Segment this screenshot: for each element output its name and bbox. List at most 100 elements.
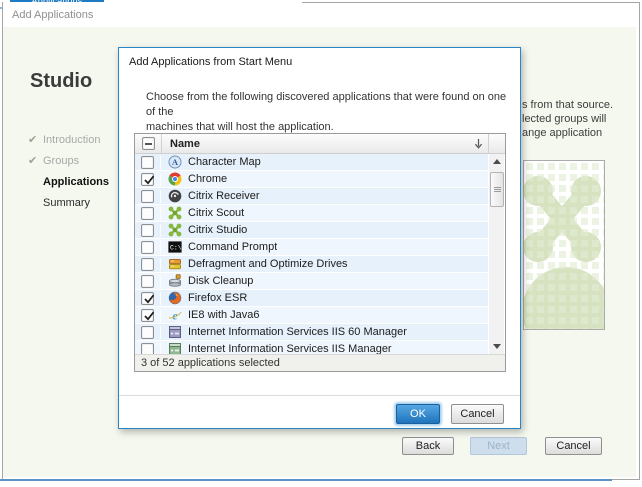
scroll-down-button[interactable] [489,339,504,354]
app-row[interactable]: Disk Cleanup [135,273,488,290]
select-all-checkbox[interactable] [141,137,155,150]
svg-text:A: A [172,157,179,167]
wizard-step-label: Groups [43,154,80,167]
app-row[interactable]: e IE8 with Java6 [135,307,488,324]
dialog-title: Add Applications from Start Menu [129,56,293,68]
app-name-cell: e IE8 with Java6 [161,308,260,322]
app-checkbox[interactable] [141,155,154,169]
app-name-cell: Citrix Receiver [161,189,260,203]
app-name-cell: Citrix Studio [161,223,247,237]
app-label: IE8 with Java6 [188,309,260,321]
scroll-up-button[interactable] [489,154,504,169]
app-checkbox-cell [135,308,161,322]
app-checkbox[interactable] [141,206,154,220]
app-checkbox-cell [135,257,161,271]
app-list-body: A Character Map Chrome Citrix Receiver Citri… [135,154,488,354]
app-checkbox-checked[interactable] [141,172,155,186]
clipped-line: s from that source. [522,99,614,111]
selection-status-bar: 3 of 52 applications selected [135,354,505,371]
sort-descending-icon[interactable] [474,138,483,152]
selection-status-text: 3 of 52 applications selected [141,357,280,369]
app-name-cell: Internet Information Services IIS 60 Man… [161,325,407,339]
app-checkbox-cell [135,189,161,203]
select-all-cell [135,134,162,153]
app-checkbox[interactable] [141,189,154,203]
step-done-check-icon: ✔ [28,134,38,146]
back-button[interactable]: Back [402,437,454,455]
app-row[interactable]: Defragment and Optimize Drives [135,256,488,273]
screen: Applications Add Applications Studio ✔ In… [0,0,642,487]
app-label: Firefox ESR [188,292,248,304]
app-name-cell: Firefox ESR [161,291,247,305]
iis-icon [168,342,182,354]
artwork-canvas [524,161,604,329]
app-label: Disk Cleanup [188,275,254,287]
clipped-line: ange application [522,127,603,139]
disk-cleanup-icon [168,274,182,288]
window-bottom-accent [0,479,612,481]
app-checkbox-cell [135,155,161,169]
app-checkbox-cell [135,325,161,339]
add-applications-from-start-menu-dialog: Add Applications from Start Menu Choose … [118,47,521,429]
dialog-cancel-button[interactable]: Cancel [451,404,504,424]
app-row[interactable]: Internet Information Services IIS Manage… [135,341,488,354]
app-checkbox-cell [135,291,161,305]
app-label: Command Prompt [188,241,278,253]
app-row[interactable]: Internet Information Services IIS 60 Man… [135,324,488,341]
name-header-label: Name [170,137,200,150]
app-checkbox-cell [135,172,161,186]
app-label: Citrix Scout [188,207,245,219]
app-label: Internet Information Services IIS Manage… [188,343,392,354]
app-name-cell: Chrome [161,172,227,186]
wizard-cancel-button[interactable]: Cancel [545,437,602,455]
app-row[interactable]: Citrix Scout [135,205,488,222]
app-checkbox[interactable] [141,342,154,354]
app-row[interactable]: Citrix Studio [135,222,488,239]
list-header: Name [135,134,505,154]
app-name-cell: A Character Map [161,155,261,169]
app-name-cell: Disk Cleanup [161,274,253,288]
app-checkbox-cell [135,206,161,220]
app-row[interactable]: C:\ Command Prompt [135,239,488,256]
next-button-disabled[interactable]: Next [470,437,527,455]
app-checkbox-cell [135,274,161,288]
app-row[interactable]: Citrix Receiver [135,188,488,205]
app-checkbox-cell [135,223,161,237]
app-checkbox[interactable] [141,274,154,288]
app-label: Internet Information Services IIS 60 Man… [188,326,407,338]
app-checkbox-cell [135,240,161,254]
window-top-border [302,2,639,3]
app-checkbox[interactable] [141,240,154,254]
app-label: Citrix Studio [188,224,248,236]
citrix-scout-icon [168,206,182,220]
header-scrollbar-spacer [489,134,505,153]
chrome-icon [168,172,182,186]
dialog-description: Choose from the following discovered app… [146,90,512,135]
app-checkbox[interactable] [141,325,154,339]
list-scrollbar[interactable] [489,154,504,354]
app-checkbox-checked[interactable] [141,291,155,305]
defrag-icon [168,257,182,271]
app-label: Chrome [188,173,228,185]
app-label: Citrix Receiver [188,190,260,202]
app-row[interactable]: A Character Map [135,154,488,171]
wizard-step-label: Applications [43,175,110,188]
citrix-studio-icon [168,223,182,237]
citrix-receiver-icon [168,189,182,203]
app-name-cell: Citrix Scout [161,206,244,220]
scrollbar-thumb[interactable] [490,172,504,207]
app-checkbox-checked[interactable] [141,308,155,322]
app-name-cell: Internet Information Services IIS Manage… [161,342,392,354]
app-checkbox[interactable] [141,223,154,237]
app-row[interactable]: Firefox ESR [135,290,488,307]
app-checkbox[interactable] [141,257,154,271]
name-column-header[interactable]: Name [162,134,489,153]
applications-list: Name A Character Map Chrome Citrix Receiver… [134,133,506,372]
app-row[interactable]: Chrome [135,171,488,188]
ok-button[interactable]: OK [396,404,440,424]
triangle-down-icon [492,344,501,349]
ie-icon: e [168,308,182,322]
iis-60-icon [168,325,182,339]
wizard-step-label: Summary [43,196,91,209]
svg-text:C:\: C:\ [170,245,182,252]
